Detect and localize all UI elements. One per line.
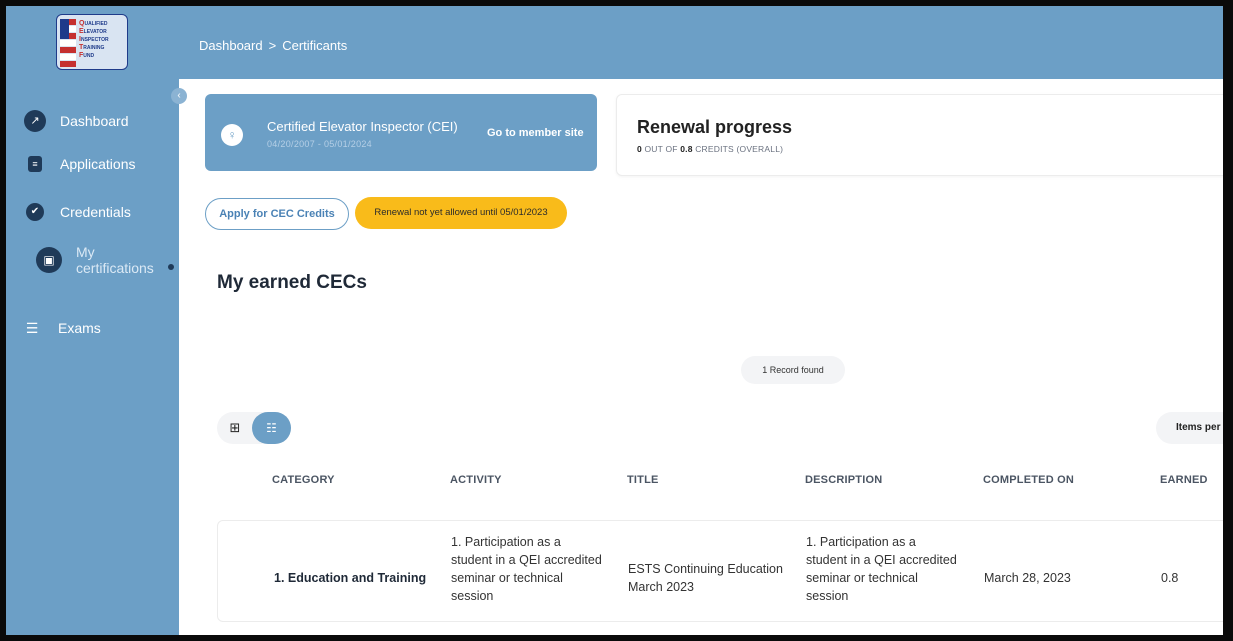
- certification-title: Certified Elevator Inspector (CEI): [267, 119, 458, 134]
- chevron-left-icon[interactable]: ‹: [171, 88, 187, 104]
- sidebar-item-label: Credentials: [60, 204, 131, 220]
- cell-earned: 0.8: [1161, 571, 1179, 585]
- list-edit-icon: ☰: [25, 320, 39, 336]
- sidebar-item-dashboard[interactable]: ↗ Dashboard: [24, 110, 129, 132]
- award-icon: ♀: [221, 124, 243, 146]
- document-icon: ≡: [28, 156, 42, 172]
- breadcrumb: Dashboard > Certificants: [199, 38, 347, 53]
- sidebar-item-applications[interactable]: ≡ Applications: [24, 156, 136, 172]
- renewal-status-badge: Renewal not yet allowed until 05/01/2023: [355, 197, 567, 229]
- sidebar-item-my-certifications[interactable]: ▣ My certifications: [36, 244, 154, 276]
- items-per-page-select[interactable]: Items per: [1156, 412, 1223, 444]
- go-to-member-site-link[interactable]: Go to member site: [487, 127, 584, 139]
- app-window: QUALIFIED ELEVATOR INSPECTOR TRAINING FU…: [0, 0, 1233, 641]
- sidebar-item-credentials[interactable]: ✔ Credentials: [24, 203, 131, 221]
- verified-badge-icon: ✔: [26, 203, 44, 221]
- column-header-completed-on[interactable]: COMPLETED ON: [983, 474, 1074, 486]
- trend-up-icon: ↗: [24, 110, 46, 132]
- chevron-right-icon: >: [268, 38, 277, 53]
- column-header-earned[interactable]: EARNED: [1160, 474, 1208, 486]
- apply-cec-credits-button[interactable]: Apply for CEC Credits: [205, 198, 349, 230]
- grid-view-icon[interactable]: ⊞: [217, 412, 253, 444]
- column-header-description[interactable]: DESCRIPTION: [805, 474, 882, 486]
- cell-completed-on: March 28, 2023: [984, 571, 1071, 585]
- sidebar-item-label: Applications: [60, 156, 136, 172]
- flag-icon: [60, 19, 76, 67]
- breadcrumb-dashboard[interactable]: Dashboard: [199, 38, 263, 53]
- sidebar: QUALIFIED ELEVATOR INSPECTOR TRAINING FU…: [6, 6, 179, 635]
- column-header-activity[interactable]: ACTIVITY: [450, 474, 502, 486]
- qeitf-logo[interactable]: QUALIFIED ELEVATOR INSPECTOR TRAINING FU…: [56, 14, 128, 70]
- section-title: My earned CECs: [217, 272, 367, 293]
- cell-activity: 1. Participation as a student in a QEI a…: [451, 535, 602, 603]
- sidebar-item-label: My certifications: [76, 244, 154, 276]
- view-toggle: ⊞ ☷: [217, 412, 291, 444]
- records-found-badge: 1 Record found: [741, 356, 845, 384]
- list-view-icon[interactable]: ☷: [252, 412, 291, 444]
- id-card-icon: ▣: [36, 247, 62, 273]
- certification-card: ♀ Certified Elevator Inspector (CEI) 04/…: [205, 94, 597, 171]
- renewal-progress-text: 0 OUT OF 0.8 CREDITS (OVERALL): [637, 144, 784, 154]
- sidebar-item-label: Dashboard: [60, 113, 129, 129]
- logo-text: QUALIFIED ELEVATOR INSPECTOR TRAINING FU…: [79, 20, 109, 59]
- top-header: Dashboard > Certificants: [179, 6, 1223, 79]
- column-header-title[interactable]: TITLE: [627, 474, 659, 486]
- sidebar-item-label: Exams: [58, 320, 101, 336]
- cell-category: 1. Education and Training: [274, 571, 427, 585]
- table-row[interactable]: 1. Education and Training 1. Participati…: [217, 520, 1223, 622]
- renewal-progress-title: Renewal progress: [637, 117, 793, 137]
- column-header-category[interactable]: CATEGORY: [272, 474, 335, 486]
- cell-title: ESTS Continuing Education March 2023: [628, 562, 783, 594]
- breadcrumb-certificants: Certificants: [282, 38, 348, 53]
- active-indicator-dot: [168, 264, 174, 270]
- renewal-progress-card: Renewal progress 0 OUT OF 0.8 CREDITS (O…: [616, 94, 1223, 176]
- sidebar-item-exams[interactable]: ☰ Exams: [24, 317, 101, 339]
- certification-dates: 04/20/2007 - 05/01/2024: [267, 139, 372, 149]
- cell-description: 1. Participation as a student in a QEI a…: [806, 535, 957, 603]
